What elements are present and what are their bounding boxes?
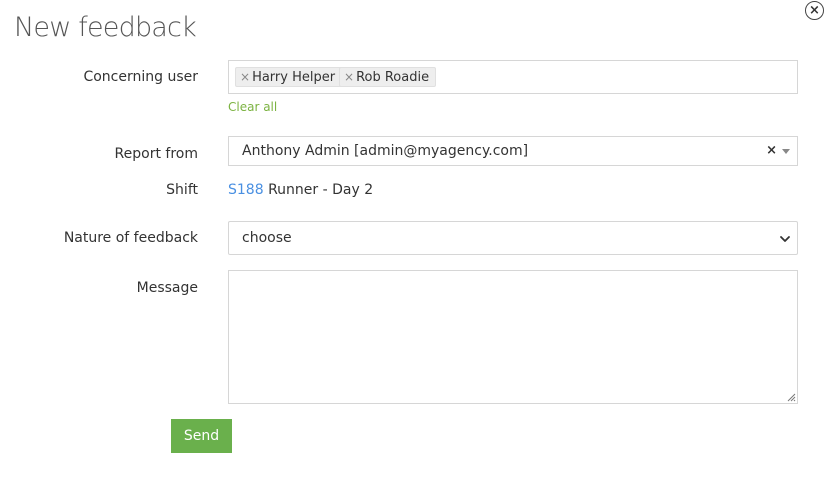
- remove-tag-icon[interactable]: ×: [344, 70, 354, 84]
- feedback-dialog: New feedback × Concerning user × Harry He…: [0, 0, 828, 495]
- clear-selection-icon[interactable]: ×: [766, 143, 777, 158]
- nature-of-feedback-value: choose: [242, 230, 292, 246]
- report-from-select[interactable]: Anthony Admin [admin@myagency.com] ×: [228, 136, 798, 166]
- report-from-label: Report from: [114, 146, 198, 162]
- chevron-down-icon: [780, 236, 790, 242]
- message-textarea[interactable]: [228, 270, 798, 404]
- close-button[interactable]: ×: [805, 1, 824, 20]
- dialog-title: New feedback: [14, 12, 197, 43]
- user-tag-label: Rob Roadie: [356, 70, 430, 85]
- clear-all-link[interactable]: Clear all: [228, 100, 277, 114]
- concerning-user-label: Concerning user: [83, 69, 198, 85]
- send-button[interactable]: Send: [171, 419, 232, 453]
- shift-value: S188 Runner - Day 2: [228, 182, 373, 198]
- user-tag: × Harry Helper: [235, 67, 343, 87]
- nature-of-feedback-label: Nature of feedback: [63, 230, 198, 246]
- caret-down-icon: [782, 149, 790, 154]
- user-tag-label: Harry Helper: [252, 70, 336, 85]
- shift-label: Shift: [166, 182, 198, 198]
- user-tag: × Rob Roadie: [339, 67, 437, 87]
- close-icon: ×: [809, 2, 820, 18]
- shift-name: Runner - Day 2: [268, 182, 374, 198]
- shift-code-link[interactable]: S188: [228, 182, 264, 198]
- concerning-user-input[interactable]: × Harry Helper × Rob Roadie: [228, 60, 798, 94]
- report-from-value: Anthony Admin [admin@myagency.com]: [242, 143, 529, 159]
- nature-of-feedback-select[interactable]: choose: [228, 221, 798, 255]
- resize-grip-icon[interactable]: [786, 392, 796, 402]
- message-label: Message: [136, 280, 198, 296]
- remove-tag-icon[interactable]: ×: [240, 70, 250, 84]
